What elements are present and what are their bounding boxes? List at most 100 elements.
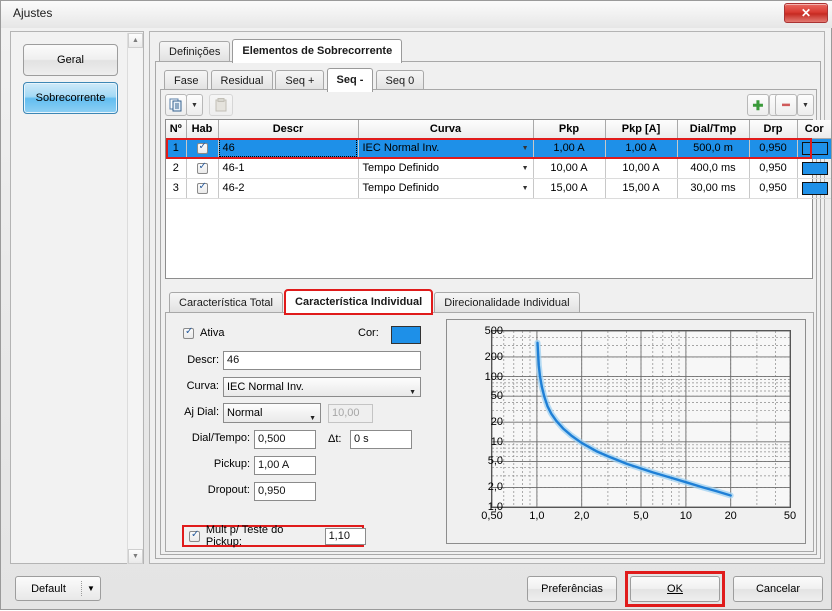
delta-t-label: Δt: xyxy=(328,433,342,445)
mult-pickup-checkbox[interactable] xyxy=(189,529,200,542)
x-tick-label: 1,0 xyxy=(529,510,545,522)
ativa-checkbox[interactable] xyxy=(183,326,194,339)
color-swatch[interactable] xyxy=(801,141,828,155)
table-row[interactable]: 1 46 IEC Normal Inv. ▼ xyxy=(166,138,831,159)
cell-cor[interactable] xyxy=(797,138,831,159)
dial-tempo-input[interactable]: 0,500 xyxy=(254,430,316,449)
descr-input[interactable]: 46 xyxy=(223,351,421,370)
row-curva: Curva: IEC Normal Inv. ▼ xyxy=(176,375,436,401)
cell-drp[interactable]: 0,950 xyxy=(749,158,798,179)
chevron-down-icon: ▼ xyxy=(409,389,416,396)
sidebar-scrollbar[interactable]: ▲ ▼ xyxy=(127,33,143,564)
ajdial-select[interactable]: Normal ▼ xyxy=(223,403,321,423)
close-icon[interactable]: ✕ xyxy=(784,3,828,23)
cell-curva[interactable]: Tempo Definido ▼ xyxy=(358,178,534,199)
col-descr[interactable]: Descr xyxy=(218,120,359,139)
cell-pkp[interactable]: 10,00 A xyxy=(533,158,606,179)
col-pkp[interactable]: Pkp xyxy=(533,120,606,139)
cell-pkp[interactable]: 15,00 A xyxy=(533,178,606,199)
x-tick-label: 5,0 xyxy=(633,510,649,522)
scroll-up-icon[interactable]: ▲ xyxy=(128,33,143,48)
table-row[interactable]: 3 46-2 Tempo Definido ▼ xyxy=(166,178,831,199)
cell-dial[interactable]: 30,00 ms xyxy=(677,178,750,199)
paste-glyph xyxy=(215,98,227,112)
default-button-label: Default xyxy=(31,582,66,595)
row-ajdial: Aj Dial: Normal ▼ 10,00 xyxy=(176,401,436,427)
col-dial[interactable]: Dial/Tmp xyxy=(677,120,750,139)
mult-pickup-input[interactable]: 1,10 xyxy=(324,527,367,545)
pickup-input[interactable]: 1,00 A xyxy=(254,456,316,475)
sidebar-item-sobrecorrente[interactable]: Sobrecorrente xyxy=(23,82,118,114)
delta-t-input[interactable]: 0 s xyxy=(350,430,412,449)
row-dropout: Dropout: 0,950 xyxy=(176,479,436,505)
col-hab[interactable]: Hab xyxy=(186,120,219,139)
checkbox-icon[interactable] xyxy=(196,141,208,154)
ok-button[interactable]: OK xyxy=(630,576,720,602)
col-pkpa[interactable]: Pkp [A] xyxy=(605,120,678,139)
copy-icon[interactable] xyxy=(165,94,187,116)
dialog-footer: Default ▼ Preferências OK Cancelar xyxy=(1,568,832,611)
scroll-down-icon[interactable]: ▼ xyxy=(128,549,143,564)
col-cor[interactable]: Cor xyxy=(797,120,831,139)
curva-select[interactable]: IEC Normal Inv. ▼ xyxy=(223,377,421,397)
cell-cor[interactable] xyxy=(797,158,831,179)
minus-icon: ━ xyxy=(782,98,790,112)
cell-descr[interactable]: 46-1 xyxy=(218,158,359,179)
cell-drp[interactable]: 0,950 xyxy=(749,178,798,199)
checkbox-icon[interactable] xyxy=(196,161,208,174)
cell-pkp[interactable]: 1,00 A xyxy=(533,138,606,159)
default-button[interactable]: Default ▼ xyxy=(15,576,101,601)
cell-hab[interactable] xyxy=(186,178,219,199)
cell-curva[interactable]: Tempo Definido ▼ xyxy=(358,158,534,179)
chart-plot-area xyxy=(491,330,791,508)
y-tick-label: 10 xyxy=(490,435,503,448)
col-drp[interactable]: Drp xyxy=(749,120,798,139)
cell-pkpa[interactable]: 15,00 A xyxy=(605,178,678,199)
tab-definicoes[interactable]: Definições xyxy=(159,41,231,63)
tab-elementos-de-sobrecorrente[interactable]: Elementos de Sobrecorrente xyxy=(232,39,403,63)
cell-pkpa[interactable]: 1,00 A xyxy=(605,138,678,159)
color-swatch[interactable] xyxy=(801,161,828,175)
tab-seq-neg[interactable]: Seq - xyxy=(326,68,374,92)
y-tick-label: 2,0 xyxy=(487,481,503,494)
elements-table[interactable]: Nº Hab Descr Curva Pkp Pkp [A] Dial/Tmp … xyxy=(165,119,831,279)
tab-direcionalidade-individual[interactable]: Direcionalidade Individual xyxy=(434,292,580,314)
col-curva[interactable]: Curva xyxy=(358,120,534,139)
cell-descr[interactable]: 46-2 xyxy=(218,178,359,199)
cor-swatch-button[interactable] xyxy=(391,326,421,344)
copy-dropdown-button[interactable]: ▼ xyxy=(186,94,203,116)
sidebar-item-geral[interactable]: Geral xyxy=(23,44,118,76)
chevron-down-icon: ▼ xyxy=(87,584,95,593)
chevron-down-icon: ▼ xyxy=(309,415,316,422)
cell-cor[interactable] xyxy=(797,178,831,199)
cell-dial[interactable]: 400,0 ms xyxy=(677,158,750,179)
mult-pickup-label: Mult p/ Teste do Pickup: xyxy=(205,524,284,548)
cell-descr[interactable]: 46 xyxy=(218,138,359,159)
cell-hab[interactable] xyxy=(186,138,219,159)
cell-drp[interactable]: 0,950 xyxy=(749,138,798,159)
cell-dial[interactable]: 500,0 m xyxy=(677,138,750,159)
chevron-down-icon[interactable]: ▼ xyxy=(522,185,529,192)
row-ativa: Ativa Cor: xyxy=(176,323,436,349)
chevron-down-icon[interactable]: ▼ xyxy=(522,145,529,152)
cell-hab[interactable] xyxy=(186,158,219,179)
table-row[interactable]: 2 46-1 Tempo Definido ▼ xyxy=(166,158,831,179)
cell-curva[interactable]: IEC Normal Inv. ▼ xyxy=(358,138,534,159)
col-num[interactable]: Nº xyxy=(166,120,187,139)
tab-caracteristica-individual[interactable]: Característica Individual xyxy=(284,289,434,315)
color-swatch[interactable] xyxy=(801,181,828,195)
dropout-input[interactable]: 0,950 xyxy=(254,482,316,501)
checkbox-icon[interactable] xyxy=(196,181,208,194)
add-row-button[interactable]: ✚ xyxy=(747,94,769,116)
cancelar-button[interactable]: Cancelar xyxy=(733,576,823,602)
tab-caracteristica-total[interactable]: Característica Total xyxy=(169,292,283,314)
title-bar: Ajustes ✕ xyxy=(1,1,832,28)
chevron-down-icon[interactable]: ▼ xyxy=(522,165,529,172)
cell-pkpa[interactable]: 10,00 A xyxy=(605,158,678,179)
x-tick-label: 0,50 xyxy=(481,510,503,522)
paste-icon[interactable] xyxy=(209,94,233,116)
grid-toolbar: ▼ ✚ ▼ ━ xyxy=(165,94,814,118)
remove-dropdown-button[interactable]: ▼ xyxy=(797,94,814,116)
remove-row-button[interactable]: ━ xyxy=(775,94,797,116)
preferencias-button[interactable]: Preferências xyxy=(527,576,617,602)
